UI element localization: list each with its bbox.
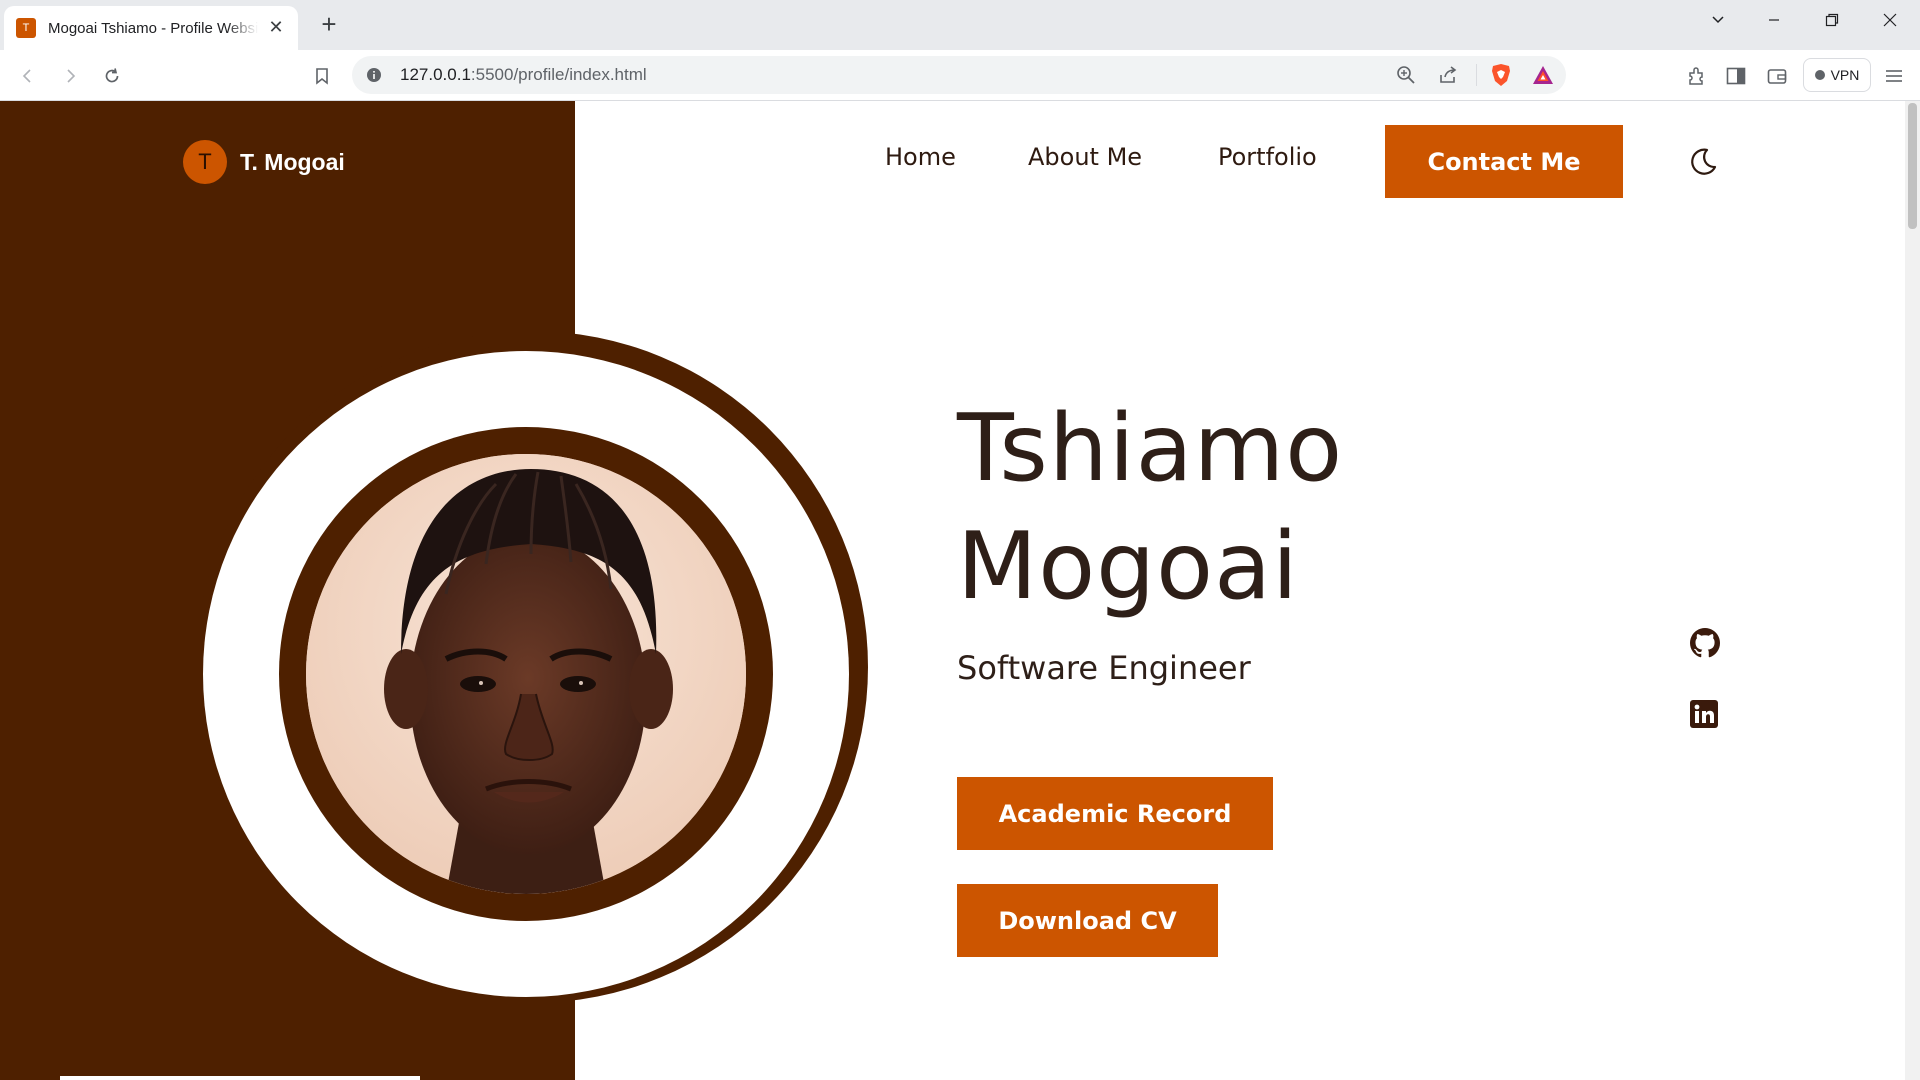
close-icon[interactable] xyxy=(1868,4,1912,36)
hero-name: Tshiamo Mogoai xyxy=(957,389,1343,625)
hero-role: Software Engineer xyxy=(957,649,1251,687)
omnibox-divider xyxy=(1476,64,1477,86)
dark-mode-toggle-icon[interactable] xyxy=(1687,146,1719,178)
url-path: :5500/profile/index.html xyxy=(470,65,647,84)
scroll-indicator-line xyxy=(60,1076,420,1080)
hero-last-name: Mogoai xyxy=(957,512,1299,620)
browser-tab[interactable]: T Mogoai Tshiamo - Profile Website ✕ xyxy=(4,6,298,50)
reload-icon[interactable] xyxy=(98,62,126,90)
tab-search-icon[interactable] xyxy=(1696,4,1740,36)
contact-me-button[interactable]: Contact Me xyxy=(1385,125,1623,198)
menu-icon[interactable] xyxy=(1880,62,1908,90)
wallet-icon[interactable] xyxy=(1763,62,1791,90)
tab-close-icon[interactable]: ✕ xyxy=(266,18,286,38)
brave-shields-icon[interactable] xyxy=(1490,63,1512,91)
url-text: 127.0.0.1:5500/profile/index.html xyxy=(400,65,647,85)
site-logo[interactable]: T T. Mogoai xyxy=(183,140,345,184)
vpn-status-icon xyxy=(1814,70,1825,80)
sidebar-icon[interactable] xyxy=(1722,62,1750,90)
browser-toolbar: 127.0.0.1:5500/profile/index.html VPN xyxy=(0,50,1920,101)
restore-icon[interactable] xyxy=(1810,4,1854,36)
brave-rewards-icon[interactable] xyxy=(1532,64,1554,90)
address-bar[interactable]: 127.0.0.1:5500/profile/index.html xyxy=(352,56,1566,94)
site-info-icon[interactable] xyxy=(366,67,382,87)
nav-about[interactable]: About Me xyxy=(1028,143,1142,171)
nav-portfolio[interactable]: Portfolio xyxy=(1218,143,1317,171)
forward-icon[interactable] xyxy=(56,62,84,90)
logo-text: T. Mogoai xyxy=(240,148,345,175)
page-scrollbar[interactable] xyxy=(1905,101,1920,1080)
zoom-icon[interactable] xyxy=(1396,65,1416,89)
vpn-button[interactable]: VPN xyxy=(1803,58,1871,92)
download-cv-button[interactable]: Download CV xyxy=(957,884,1218,957)
profile-photo xyxy=(306,454,746,894)
back-icon[interactable] xyxy=(14,62,42,90)
nav-home[interactable]: Home xyxy=(885,143,956,171)
vpn-label: VPN xyxy=(1830,67,1860,83)
extensions-icon[interactable] xyxy=(1682,62,1710,90)
scrollbar-thumb[interactable] xyxy=(1908,103,1917,229)
new-tab-button[interactable]: + xyxy=(314,10,344,40)
minimize-icon[interactable] xyxy=(1752,4,1796,36)
hero-first-name: Tshiamo xyxy=(957,394,1344,502)
url-host: 127.0.0.1 xyxy=(400,65,471,84)
tab-title: Mogoai Tshiamo - Profile Website xyxy=(48,19,258,37)
academic-record-button[interactable]: Academic Record xyxy=(957,777,1273,850)
bookmark-icon[interactable] xyxy=(308,62,336,90)
share-icon[interactable] xyxy=(1438,65,1458,89)
github-icon[interactable] xyxy=(1690,628,1720,658)
linkedin-icon[interactable] xyxy=(1690,700,1720,730)
logo-badge: T xyxy=(183,140,227,184)
page-viewport: T T. Mogoai Home About Me Portfolio Cont… xyxy=(0,101,1905,1080)
site-favicon: T xyxy=(16,18,36,38)
browser-tabbar: T Mogoai Tshiamo - Profile Website ✕ + xyxy=(0,0,1920,50)
